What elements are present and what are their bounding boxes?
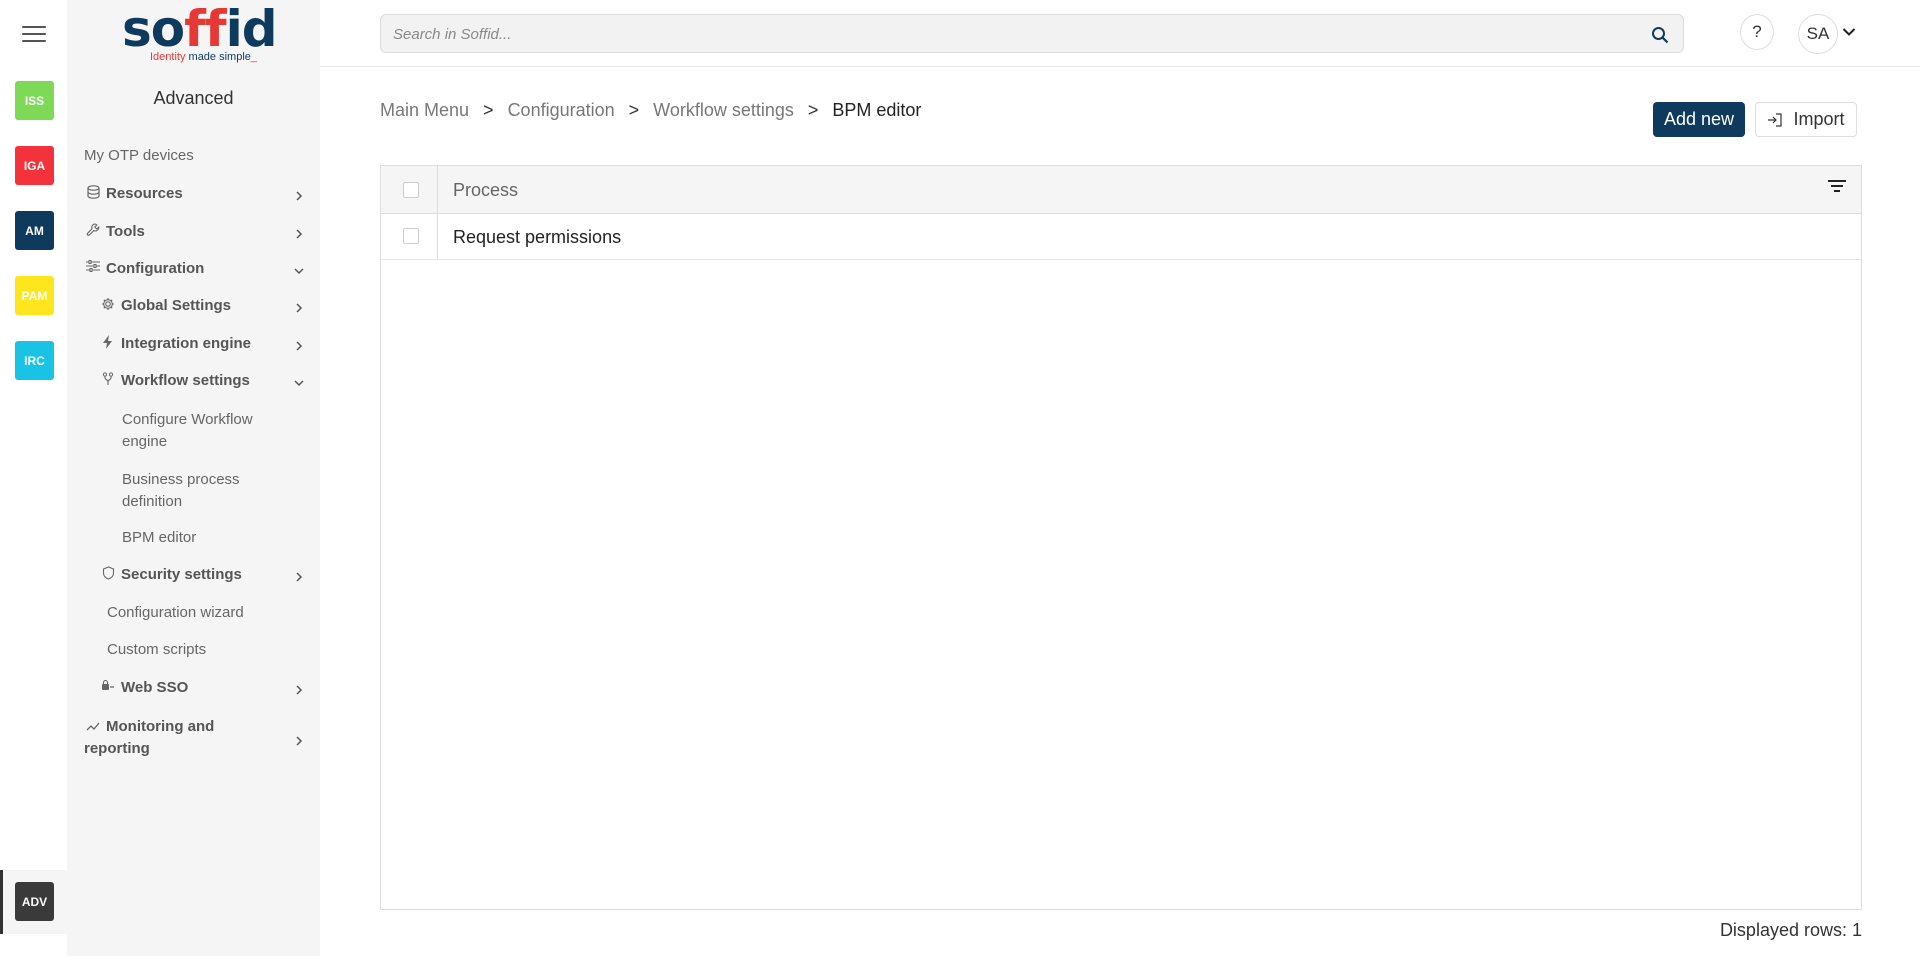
sidebar-item-workflow-settings[interactable]: Workflow settings <box>99 372 313 389</box>
trend-chart-icon <box>84 721 102 731</box>
column-header-process[interactable]: Process <box>453 180 518 201</box>
breadcrumb-separator: > <box>628 100 640 120</box>
search-input[interactable] <box>393 23 1633 45</box>
help-button[interactable]: ? <box>1740 14 1774 50</box>
user-avatar[interactable]: SA <box>1798 14 1838 54</box>
database-icon <box>84 185 102 199</box>
sidebar-section-title: Advanced <box>153 88 234 108</box>
filter-icon[interactable] <box>1827 178 1847 196</box>
sidebar-item-monitoring-reporting[interactable]: Monitoring and reporting <box>84 716 313 760</box>
sidebar-item-configuration[interactable]: Configuration <box>84 260 313 277</box>
displayed-rows-count: Displayed rows: 1 <box>1719 920 1862 940</box>
active-app-indicator: ADV <box>0 870 67 934</box>
sidebar-item-custom-scripts[interactable]: Custom scripts <box>107 641 206 658</box>
chevron-right-icon <box>293 683 305 695</box>
process-table: Process Request permissions <box>380 165 1862 910</box>
sidebar-item-configuration-wizard[interactable]: Configuration wizard <box>107 604 244 621</box>
chevron-right-icon <box>293 570 305 582</box>
app-tile-irc[interactable]: IRC <box>15 341 54 380</box>
chevron-right-icon <box>293 227 305 239</box>
chevron-down-icon <box>293 264 305 276</box>
sidebar-item-resources[interactable]: Resources <box>84 185 313 202</box>
table-header: Process <box>381 166 1861 214</box>
select-all-checkbox[interactable] <box>403 182 419 198</box>
chevron-right-icon <box>293 732 305 746</box>
sidebar-item-integration-engine[interactable]: Integration engine <box>99 335 313 352</box>
sliders-icon <box>84 260 102 272</box>
sidebar-item-otp-devices[interactable]: My OTP devices <box>84 147 194 164</box>
import-icon <box>1768 112 1783 127</box>
hamburger-menu-icon[interactable] <box>22 26 46 46</box>
chevron-right-icon <box>293 189 305 201</box>
search-icon[interactable] <box>1651 26 1669 44</box>
row-checkbox[interactable] <box>403 228 419 244</box>
lightning-icon <box>99 335 117 349</box>
sidebar-item-configure-workflow-engine[interactable]: Configure Workflow engine <box>122 409 272 453</box>
app-tile-adv[interactable]: ADV <box>15 882 54 921</box>
table-row[interactable]: Request permissions <box>381 214 1861 260</box>
lock-key-icon <box>99 679 117 691</box>
chevron-right-icon <box>293 301 305 313</box>
app-rail: ISS IGA AM PAM IRC ADV <box>0 0 67 956</box>
add-new-button[interactable]: Add new <box>1653 102 1745 137</box>
gear-icon <box>99 297 117 311</box>
import-label: Import <box>1793 109 1845 129</box>
chevron-down-icon <box>293 376 305 388</box>
chevron-right-icon <box>293 339 305 351</box>
app-tile-pam[interactable]: PAM <box>15 276 54 315</box>
breadcrumb-main-menu[interactable]: Main Menu <box>380 100 469 120</box>
sidebar-item-business-process-definition[interactable]: Business process definition <box>122 469 272 513</box>
app-tile-am[interactable]: AM <box>15 211 54 250</box>
sidebar-item-web-sso[interactable]: Web SSO <box>99 679 313 696</box>
sidebar-item-global-settings[interactable]: Global Settings <box>99 297 313 314</box>
import-button[interactable]: Import <box>1755 102 1857 137</box>
sidebar: soffid Identity made simple_ Advanced My… <box>67 0 320 956</box>
page-title: BPM editor <box>832 100 922 120</box>
sidebar-item-security-settings[interactable]: Security settings <box>99 566 313 583</box>
breadcrumb-separator: > <box>483 100 494 120</box>
app-tile-iga[interactable]: IGA <box>15 146 54 185</box>
breadcrumb-workflow-settings[interactable]: Workflow settings <box>653 100 794 120</box>
fork-icon <box>99 372 117 386</box>
breadcrumb-configuration[interactable]: Configuration <box>508 100 615 120</box>
breadcrumb: Main Menu > Configuration > Workflow setting… <box>380 100 921 121</box>
top-bar: ? SA <box>320 0 1920 67</box>
breadcrumb-separator: > <box>807 100 819 120</box>
chevron-down-icon[interactable] <box>1842 27 1856 37</box>
table-cell-process: Request permissions <box>453 227 622 247</box>
shield-icon <box>99 566 117 580</box>
soffid-logo[interactable]: soffid Identity made simple_ <box>122 4 278 70</box>
app-tile-iss[interactable]: ISS <box>15 81 54 120</box>
wrench-icon <box>84 223 102 237</box>
sidebar-item-tools[interactable]: Tools <box>84 223 313 240</box>
sidebar-item-bpm-editor[interactable]: BPM editor <box>122 529 196 546</box>
search-box <box>380 14 1684 53</box>
